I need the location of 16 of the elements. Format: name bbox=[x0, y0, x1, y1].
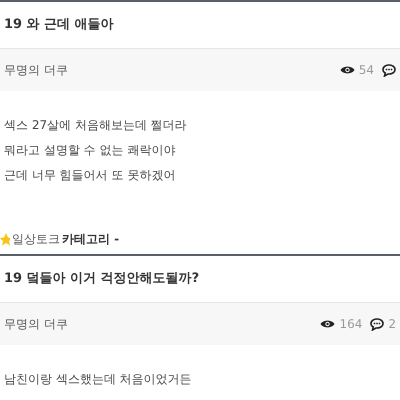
post-text-line: 뭐라고 설명할 수 없는 쾌락이야 bbox=[4, 142, 176, 159]
comment-count: 2 bbox=[388, 317, 396, 331]
post-text-line: 근데 너무 힘들어서 또 못하겠어 bbox=[4, 167, 176, 184]
category-name[interactable]: 일상토크 bbox=[12, 230, 60, 248]
post-text-line: 섹스 27살에 처음해보는데 쩔더라 bbox=[4, 117, 188, 134]
author-name: 무명의 더쿠 bbox=[4, 62, 69, 78]
author-name: 무명의 더쿠 bbox=[4, 316, 69, 332]
star-icon bbox=[0, 232, 10, 246]
comment-icon bbox=[370, 318, 384, 330]
view-count: 164 bbox=[339, 317, 362, 331]
eye-icon bbox=[320, 319, 336, 329]
post-text-line: 남친이랑 섹스했는데 처음이었거든 bbox=[4, 371, 193, 388]
view-count: 54 bbox=[358, 63, 374, 77]
eye-icon bbox=[340, 65, 355, 75]
category-label: 카테고리 - bbox=[62, 230, 120, 248]
comment-icon bbox=[382, 64, 396, 76]
